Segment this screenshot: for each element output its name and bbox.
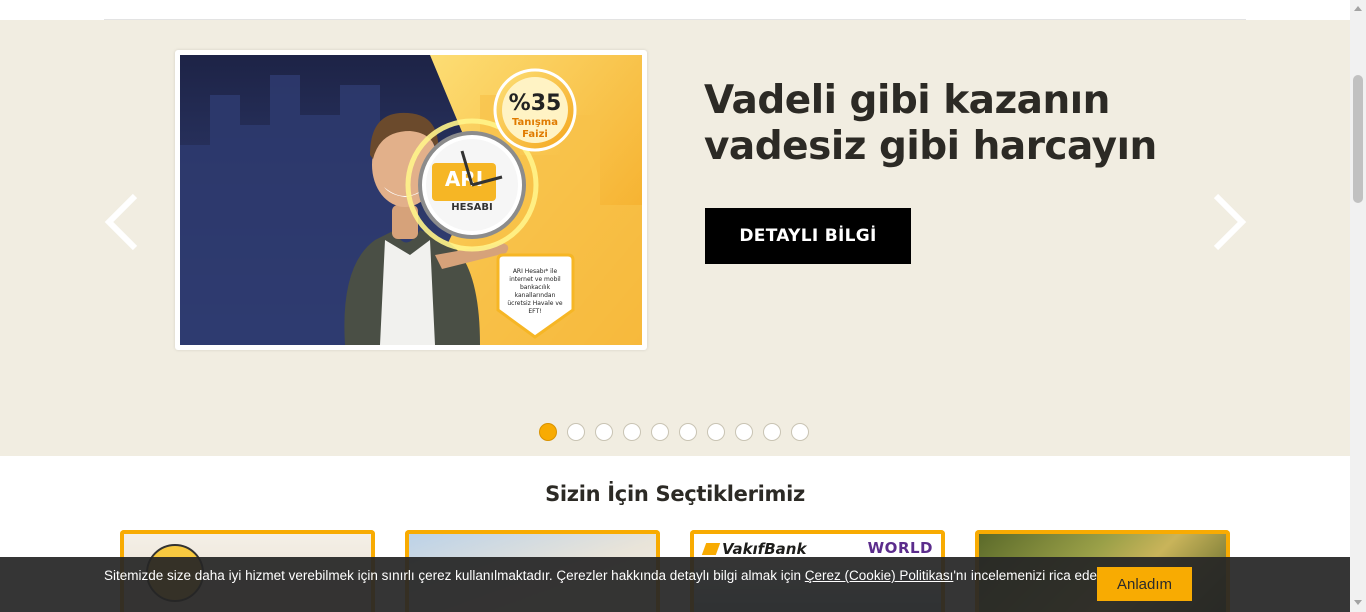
slider-dot-10[interactable] <box>791 423 809 441</box>
banner-tag-line-6: EFT! <box>528 308 541 315</box>
page-scrollbar[interactable] <box>1350 0 1366 612</box>
vakifbank-logo: VakıfBank <box>701 540 807 558</box>
scroll-down-arrow-icon[interactable] <box>1354 600 1362 605</box>
cookie-message-text: Sitemizde size daha iyi hizmet verebilme… <box>104 568 805 583</box>
banner-account-name: ARI <box>445 167 483 191</box>
scrollbar-thumb[interactable] <box>1353 75 1363 203</box>
cookie-message: Sitemizde size daha iyi hizmet verebilme… <box>104 568 1115 583</box>
banner-tag-line-4: kanallarından <box>515 292 556 299</box>
section-title: Sizin İçin Seçtiklerimiz <box>545 482 805 506</box>
scroll-up-arrow-icon[interactable] <box>1354 6 1362 11</box>
world-card-logo: WORLD <box>867 539 933 557</box>
slider-prev-arrow-icon[interactable] <box>103 192 143 252</box>
slider-pagination <box>539 423 809 441</box>
banner-rate-caption: Tanışma <box>512 117 558 128</box>
page: ARI HESABI %35 Tanışma Faizi ARI Hesabı*… <box>0 0 1366 612</box>
slider-dot-6[interactable] <box>679 423 697 441</box>
slider-dot-9[interactable] <box>763 423 781 441</box>
cookie-accept-button[interactable]: Anladım <box>1097 567 1192 601</box>
hero-headline: Vadeli gibi kazanın vadesiz gibi harcayı… <box>704 78 1157 169</box>
banner-tag-line-3: bankacılık <box>520 284 551 291</box>
banner-tag-line-1: ARI Hesabı* ile <box>513 268 558 275</box>
vakifbank-logo-text: VakıfBank <box>722 540 807 558</box>
cookie-policy-link[interactable]: Çerez (Cookie) Politikası <box>805 568 954 583</box>
banner-tag-line-2: internet ve mobil <box>509 276 561 283</box>
banner-tag-line-5: ücretsiz Havale ve <box>507 300 563 307</box>
banner-rate-caption-2: Faizi <box>522 129 548 140</box>
cookie-banner: Sitemizde size daha iyi hizmet verebilme… <box>0 557 1350 612</box>
slider-dot-8[interactable] <box>735 423 753 441</box>
slider-dot-5[interactable] <box>651 423 669 441</box>
slide-image-frame[interactable]: ARI HESABI %35 Tanışma Faizi ARI Hesabı*… <box>175 50 647 350</box>
slider-dot-7[interactable] <box>707 423 725 441</box>
hero-slider: ARI HESABI %35 Tanışma Faizi ARI Hesabı*… <box>0 20 1350 456</box>
vakifbank-mark-icon <box>701 543 721 555</box>
slider-next-arrow-icon[interactable] <box>1208 192 1248 252</box>
detail-info-button[interactable]: DETAYLI BİLGİ <box>705 208 911 264</box>
slider-dot-4[interactable] <box>623 423 641 441</box>
slider-dot-2[interactable] <box>567 423 585 441</box>
banner-account-subtitle: HESABI <box>451 202 492 213</box>
slider-dot-1[interactable] <box>539 423 557 441</box>
header-bar <box>0 0 1350 20</box>
slider-dot-3[interactable] <box>595 423 613 441</box>
banner-rate: %35 <box>509 91 562 116</box>
slide-banner-image[interactable]: ARI HESABI %35 Tanışma Faizi ARI Hesabı*… <box>180 55 642 345</box>
cookie-message-suffix: 'nı incelemenizi rica ederiz. <box>953 568 1115 583</box>
